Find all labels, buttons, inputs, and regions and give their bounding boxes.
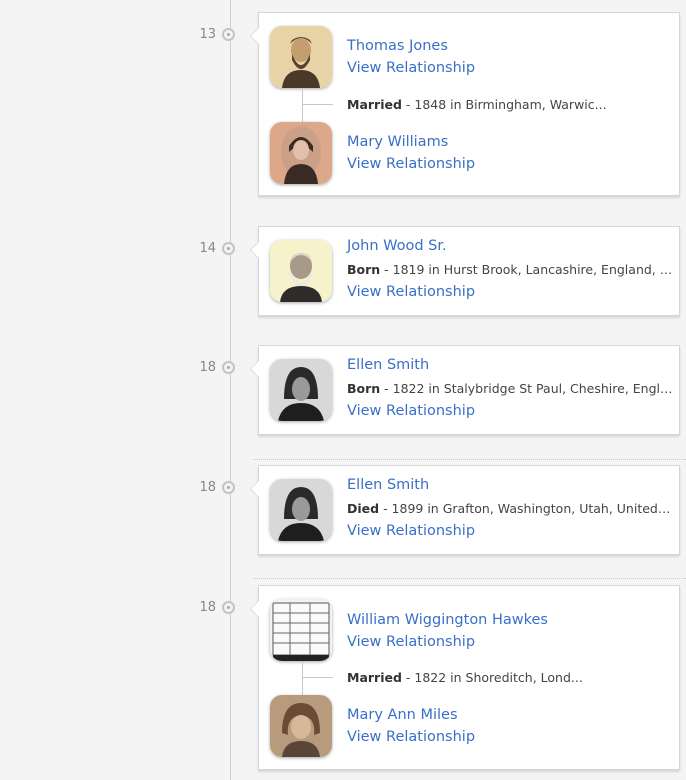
view-relationship-link[interactable]: View Relationship: [347, 403, 475, 419]
person-name-link[interactable]: John Wood Sr.: [347, 238, 447, 254]
relationship-connector-branch: [303, 104, 333, 105]
marriage-fact: Married - 1822 in Shoreditch, Lond...: [347, 670, 673, 685]
person-photo[interactable]: [270, 122, 332, 184]
event-year: 14: [199, 241, 216, 256]
timeline-dot-icon: [222, 481, 235, 494]
view-relationship-link[interactable]: View Relationship: [347, 156, 475, 172]
fact-label: Married: [347, 670, 402, 685]
event-year: 13: [199, 27, 216, 42]
view-relationship-link[interactable]: View Relationship: [347, 523, 475, 539]
portrait-woman-icon: [270, 479, 332, 541]
fact-label: Married: [347, 97, 402, 112]
timeline-line: [230, 0, 231, 780]
event-year: 18: [199, 480, 216, 495]
person-photo[interactable]: [270, 695, 332, 757]
fact-text: - 1819 in Hurst Brook, Lancashire, Engla…: [380, 262, 673, 277]
event-year: 18: [199, 600, 216, 615]
birth-fact: Born - 1822 in Stalybridge St Paul, Ches…: [347, 381, 673, 396]
fact-label: Born: [347, 381, 381, 396]
event-card-birth: John Wood Sr. Born - 1819 in Hurst Brook…: [250, 226, 680, 316]
timeline-dot-icon: [222, 361, 235, 374]
person-photo[interactable]: [270, 359, 332, 421]
portrait-man-bearded-icon: [270, 26, 332, 88]
portrait-woman-icon: [270, 122, 332, 184]
birth-fact: Born - 1819 in Hurst Brook, Lancashire, …: [347, 262, 673, 277]
person-photo[interactable]: [270, 26, 332, 88]
fact-text: - 1822 in Stalybridge St Paul, Cheshire,…: [380, 381, 673, 396]
timeline-dot-icon: [222, 28, 235, 41]
view-relationship-link[interactable]: View Relationship: [347, 634, 475, 650]
person-name-link[interactable]: Thomas Jones: [347, 38, 448, 54]
death-fact: Died - 1899 in Grafton, Washington, Utah…: [347, 501, 673, 516]
person-name-link[interactable]: Mary Ann Miles: [347, 707, 458, 723]
person-photo[interactable]: [270, 599, 332, 661]
group-separator: [253, 578, 686, 579]
person-photo[interactable]: [270, 240, 332, 302]
person-name-link[interactable]: Ellen Smith: [347, 357, 429, 373]
fact-label: Died: [347, 501, 380, 516]
person-name-link[interactable]: Ellen Smith: [347, 477, 429, 493]
fact-text: - 1899 in Grafton, Washington, Utah, Uni…: [379, 501, 673, 516]
document-record-icon: [270, 599, 332, 661]
portrait-woman-icon: [270, 695, 332, 757]
group-separator: [253, 459, 686, 460]
event-card-marriage: Thomas Jones View Relationship Married -…: [250, 12, 680, 196]
marriage-fact: Married - 1848 in Birmingham, Warwic...: [347, 97, 673, 112]
timeline-dot-icon: [222, 242, 235, 255]
event-card-death: Ellen Smith Died - 1899 in Grafton, Wash…: [250, 465, 680, 555]
view-relationship-link[interactable]: View Relationship: [347, 60, 475, 76]
relationship-connector: [302, 88, 303, 122]
view-relationship-link[interactable]: View Relationship: [347, 729, 475, 745]
relationship-connector-branch: [303, 677, 333, 678]
event-card-birth: Ellen Smith Born - 1822 in Stalybridge S…: [250, 345, 680, 435]
person-name-link[interactable]: Mary Williams: [347, 134, 448, 150]
fact-text: - 1822 in Shoreditch, Lond...: [401, 670, 583, 685]
relationship-connector: [302, 661, 303, 695]
fact-label: Born: [347, 262, 381, 277]
person-name-link[interactable]: William Wiggington Hawkes: [347, 612, 548, 628]
portrait-old-man-icon: [270, 240, 332, 302]
event-card-marriage: William Wiggington Hawkes View Relations…: [250, 585, 680, 770]
timeline-dot-icon: [222, 601, 235, 614]
person-photo[interactable]: [270, 479, 332, 541]
view-relationship-link[interactable]: View Relationship: [347, 284, 475, 300]
event-year: 18: [199, 360, 216, 375]
portrait-woman-icon: [270, 359, 332, 421]
fact-text: - 1848 in Birmingham, Warwic...: [401, 97, 607, 112]
